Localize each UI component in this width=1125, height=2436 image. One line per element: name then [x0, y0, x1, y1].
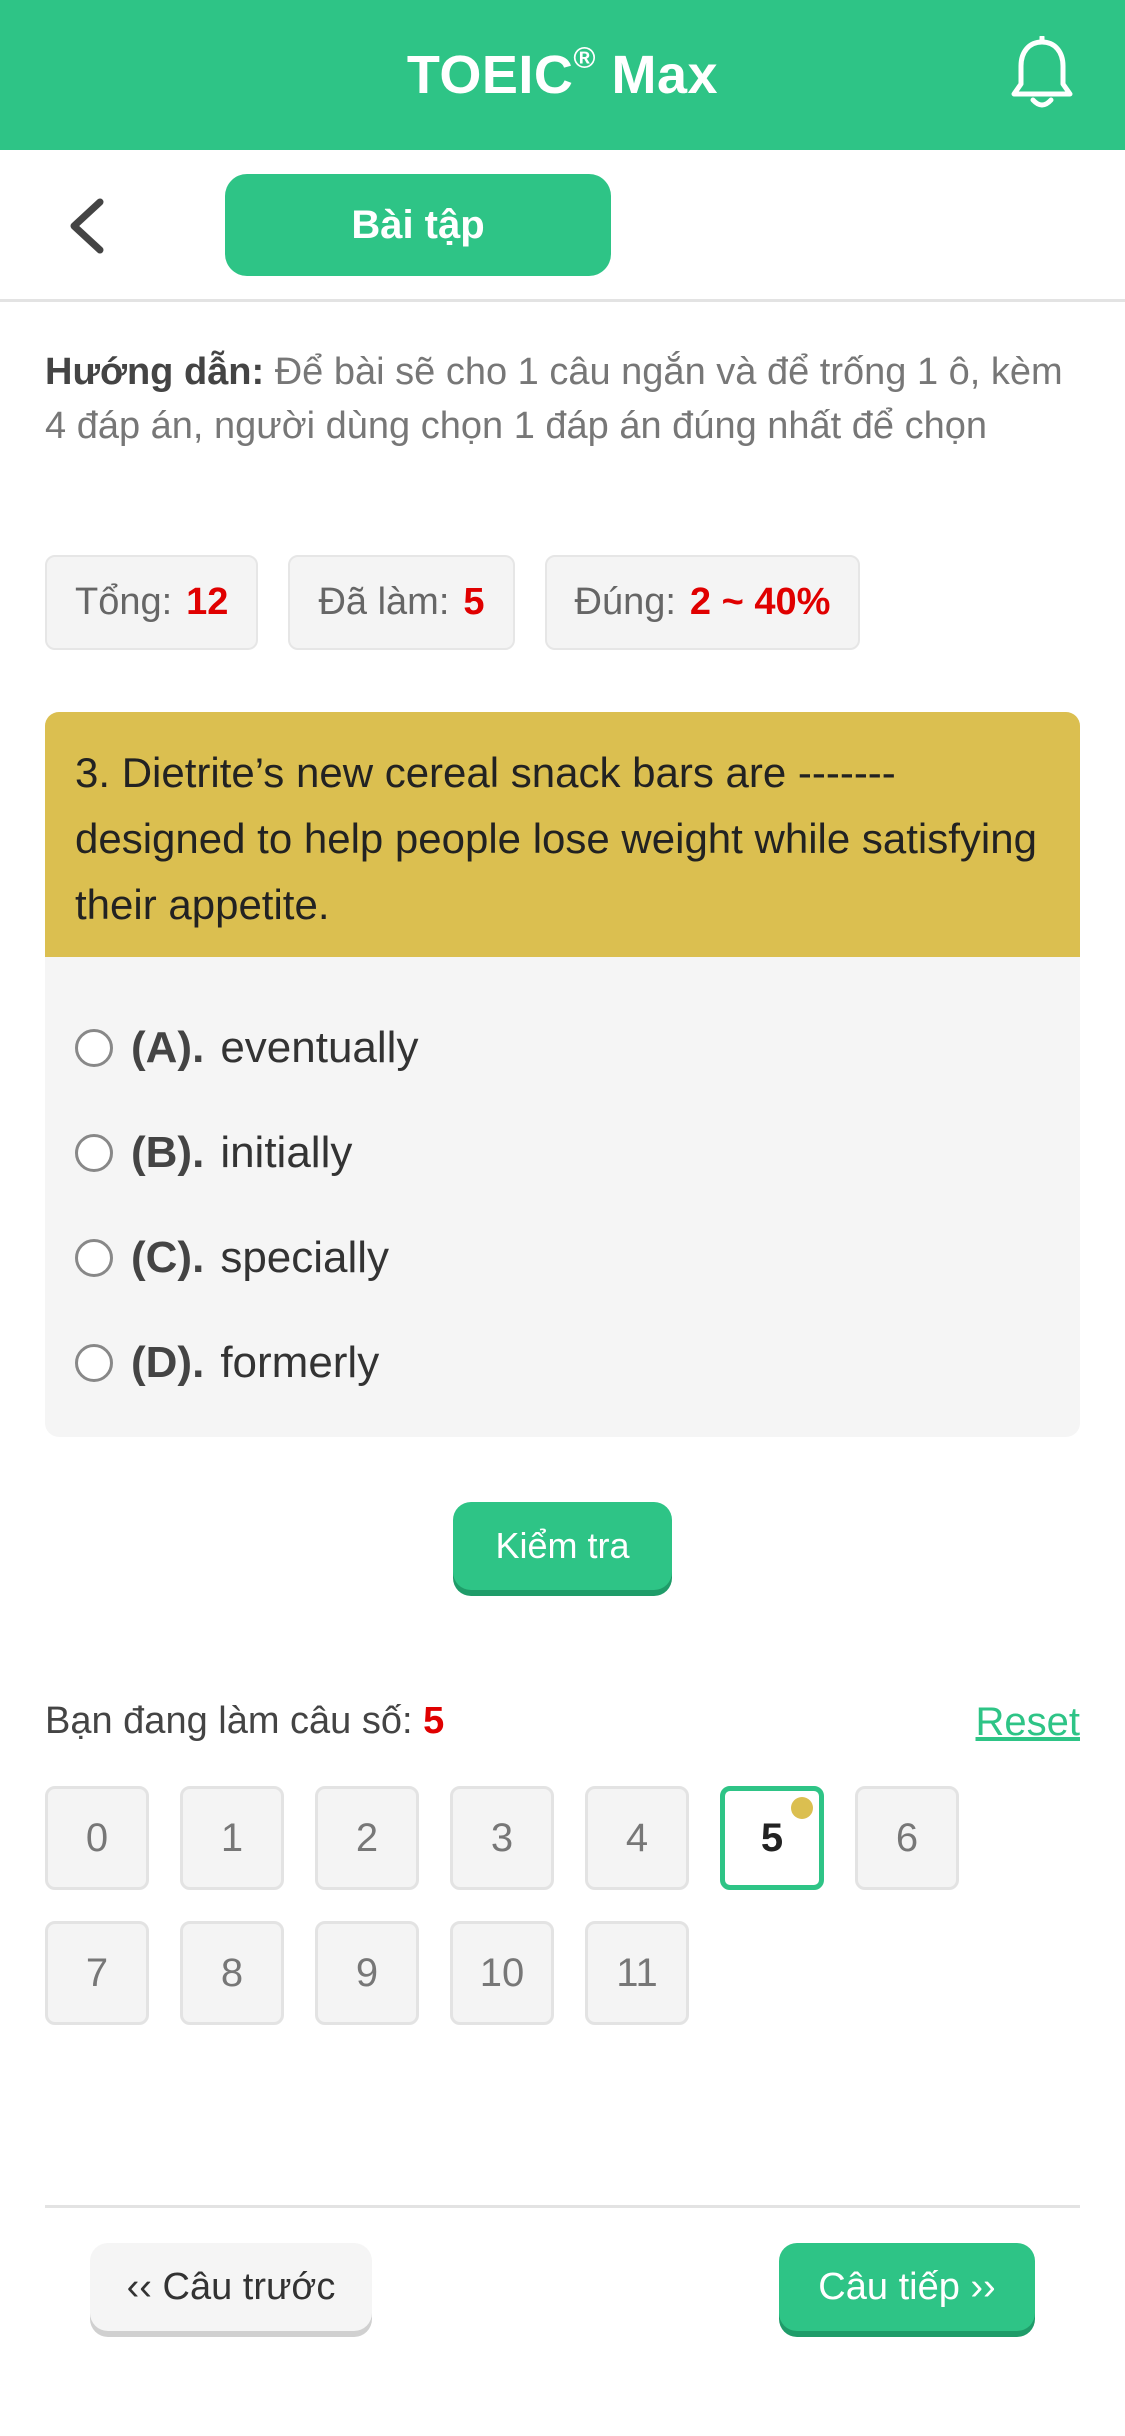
prev-question-button[interactable]: ‹‹ Câu trước	[90, 2243, 372, 2331]
question-number-label: 11	[616, 1950, 658, 1995]
question-number-10[interactable]: 10	[450, 1921, 554, 2025]
question-card: 3. Dietrite’s new cereal snack bars are …	[45, 712, 1080, 1437]
app-header: TOEIC® Max	[0, 0, 1125, 150]
footer-divider	[45, 2205, 1080, 2208]
option-a[interactable]: (A). eventually	[75, 995, 1050, 1100]
question-number-0[interactable]: 0	[45, 1786, 149, 1890]
instructions-label: Hướng dẫn:	[45, 351, 265, 393]
question-number-label: 7	[85, 1950, 109, 1995]
stats-row: Tổng: 12 Đã làm: 5 Đúng: 2 ~ 40%	[45, 555, 861, 650]
app-title: TOEIC® Max	[406, 42, 719, 105]
question-number-3[interactable]: 3	[450, 1786, 554, 1890]
reset-link[interactable]: Reset	[976, 1700, 1081, 1745]
chevron-left-icon[interactable]	[62, 196, 112, 256]
question-number-2[interactable]: 2	[315, 1786, 419, 1890]
check-button[interactable]: Kiểm tra	[453, 1502, 672, 1590]
question-number-9[interactable]: 9	[315, 1921, 419, 2025]
question-number-label: 1	[220, 1815, 244, 1860]
radio-button[interactable]	[75, 1028, 113, 1067]
radio-button[interactable]	[75, 1133, 113, 1172]
question-number-7[interactable]: 7	[45, 1921, 149, 2025]
question-number-label: 10	[479, 1950, 525, 1995]
question-number-6[interactable]: 6	[855, 1786, 959, 1890]
question-number-label: 3	[490, 1815, 514, 1860]
question-number-label: 4	[625, 1815, 649, 1860]
option-c[interactable]: (C). specially	[75, 1205, 1050, 1310]
question-text: 3. Dietrite’s new cereal snack bars are …	[45, 712, 1080, 957]
instructions: Hướng dẫn: Để bài sẽ cho 1 câu ngắn và đ…	[45, 345, 1085, 453]
radio-button[interactable]	[75, 1238, 113, 1277]
question-number-1[interactable]: 1	[180, 1786, 284, 1890]
sub-toolbar: Bài tập	[0, 150, 1125, 302]
current-indicator-dot	[791, 1797, 813, 1819]
next-question-button[interactable]: Câu tiếp ››	[779, 2243, 1035, 2331]
question-number-5[interactable]: 5	[720, 1786, 824, 1890]
stat-total: Tổng: 12	[45, 555, 259, 650]
progress-row: Bạn đang làm câu số: 5 Reset	[45, 1700, 1080, 1760]
radio-button[interactable]	[75, 1343, 113, 1382]
question-number-4[interactable]: 4	[585, 1786, 689, 1890]
question-number-8[interactable]: 8	[180, 1921, 284, 2025]
question-number-label: 0	[85, 1815, 109, 1860]
stat-done: Đã làm: 5	[288, 555, 515, 650]
question-number-label: 6	[895, 1815, 919, 1860]
question-number-11[interactable]: 11	[585, 1921, 689, 2025]
stat-correct: Đúng: 2 ~ 40%	[544, 555, 861, 650]
options-list: (A). eventually (B). initially (C). spec…	[45, 957, 1080, 1415]
current-question-label: Bạn đang làm câu số: 5	[45, 1700, 445, 1742]
question-number-label: 2	[355, 1815, 379, 1860]
question-number-label: 5	[760, 1815, 784, 1860]
question-number-label: 8	[220, 1950, 244, 1995]
tab-exercise[interactable]: Bài tập	[225, 174, 611, 276]
option-d[interactable]: (D). formerly	[75, 1310, 1050, 1415]
option-b[interactable]: (B). initially	[75, 1100, 1050, 1205]
question-number-label: 9	[355, 1950, 379, 1995]
bell-icon[interactable]	[1007, 36, 1077, 112]
